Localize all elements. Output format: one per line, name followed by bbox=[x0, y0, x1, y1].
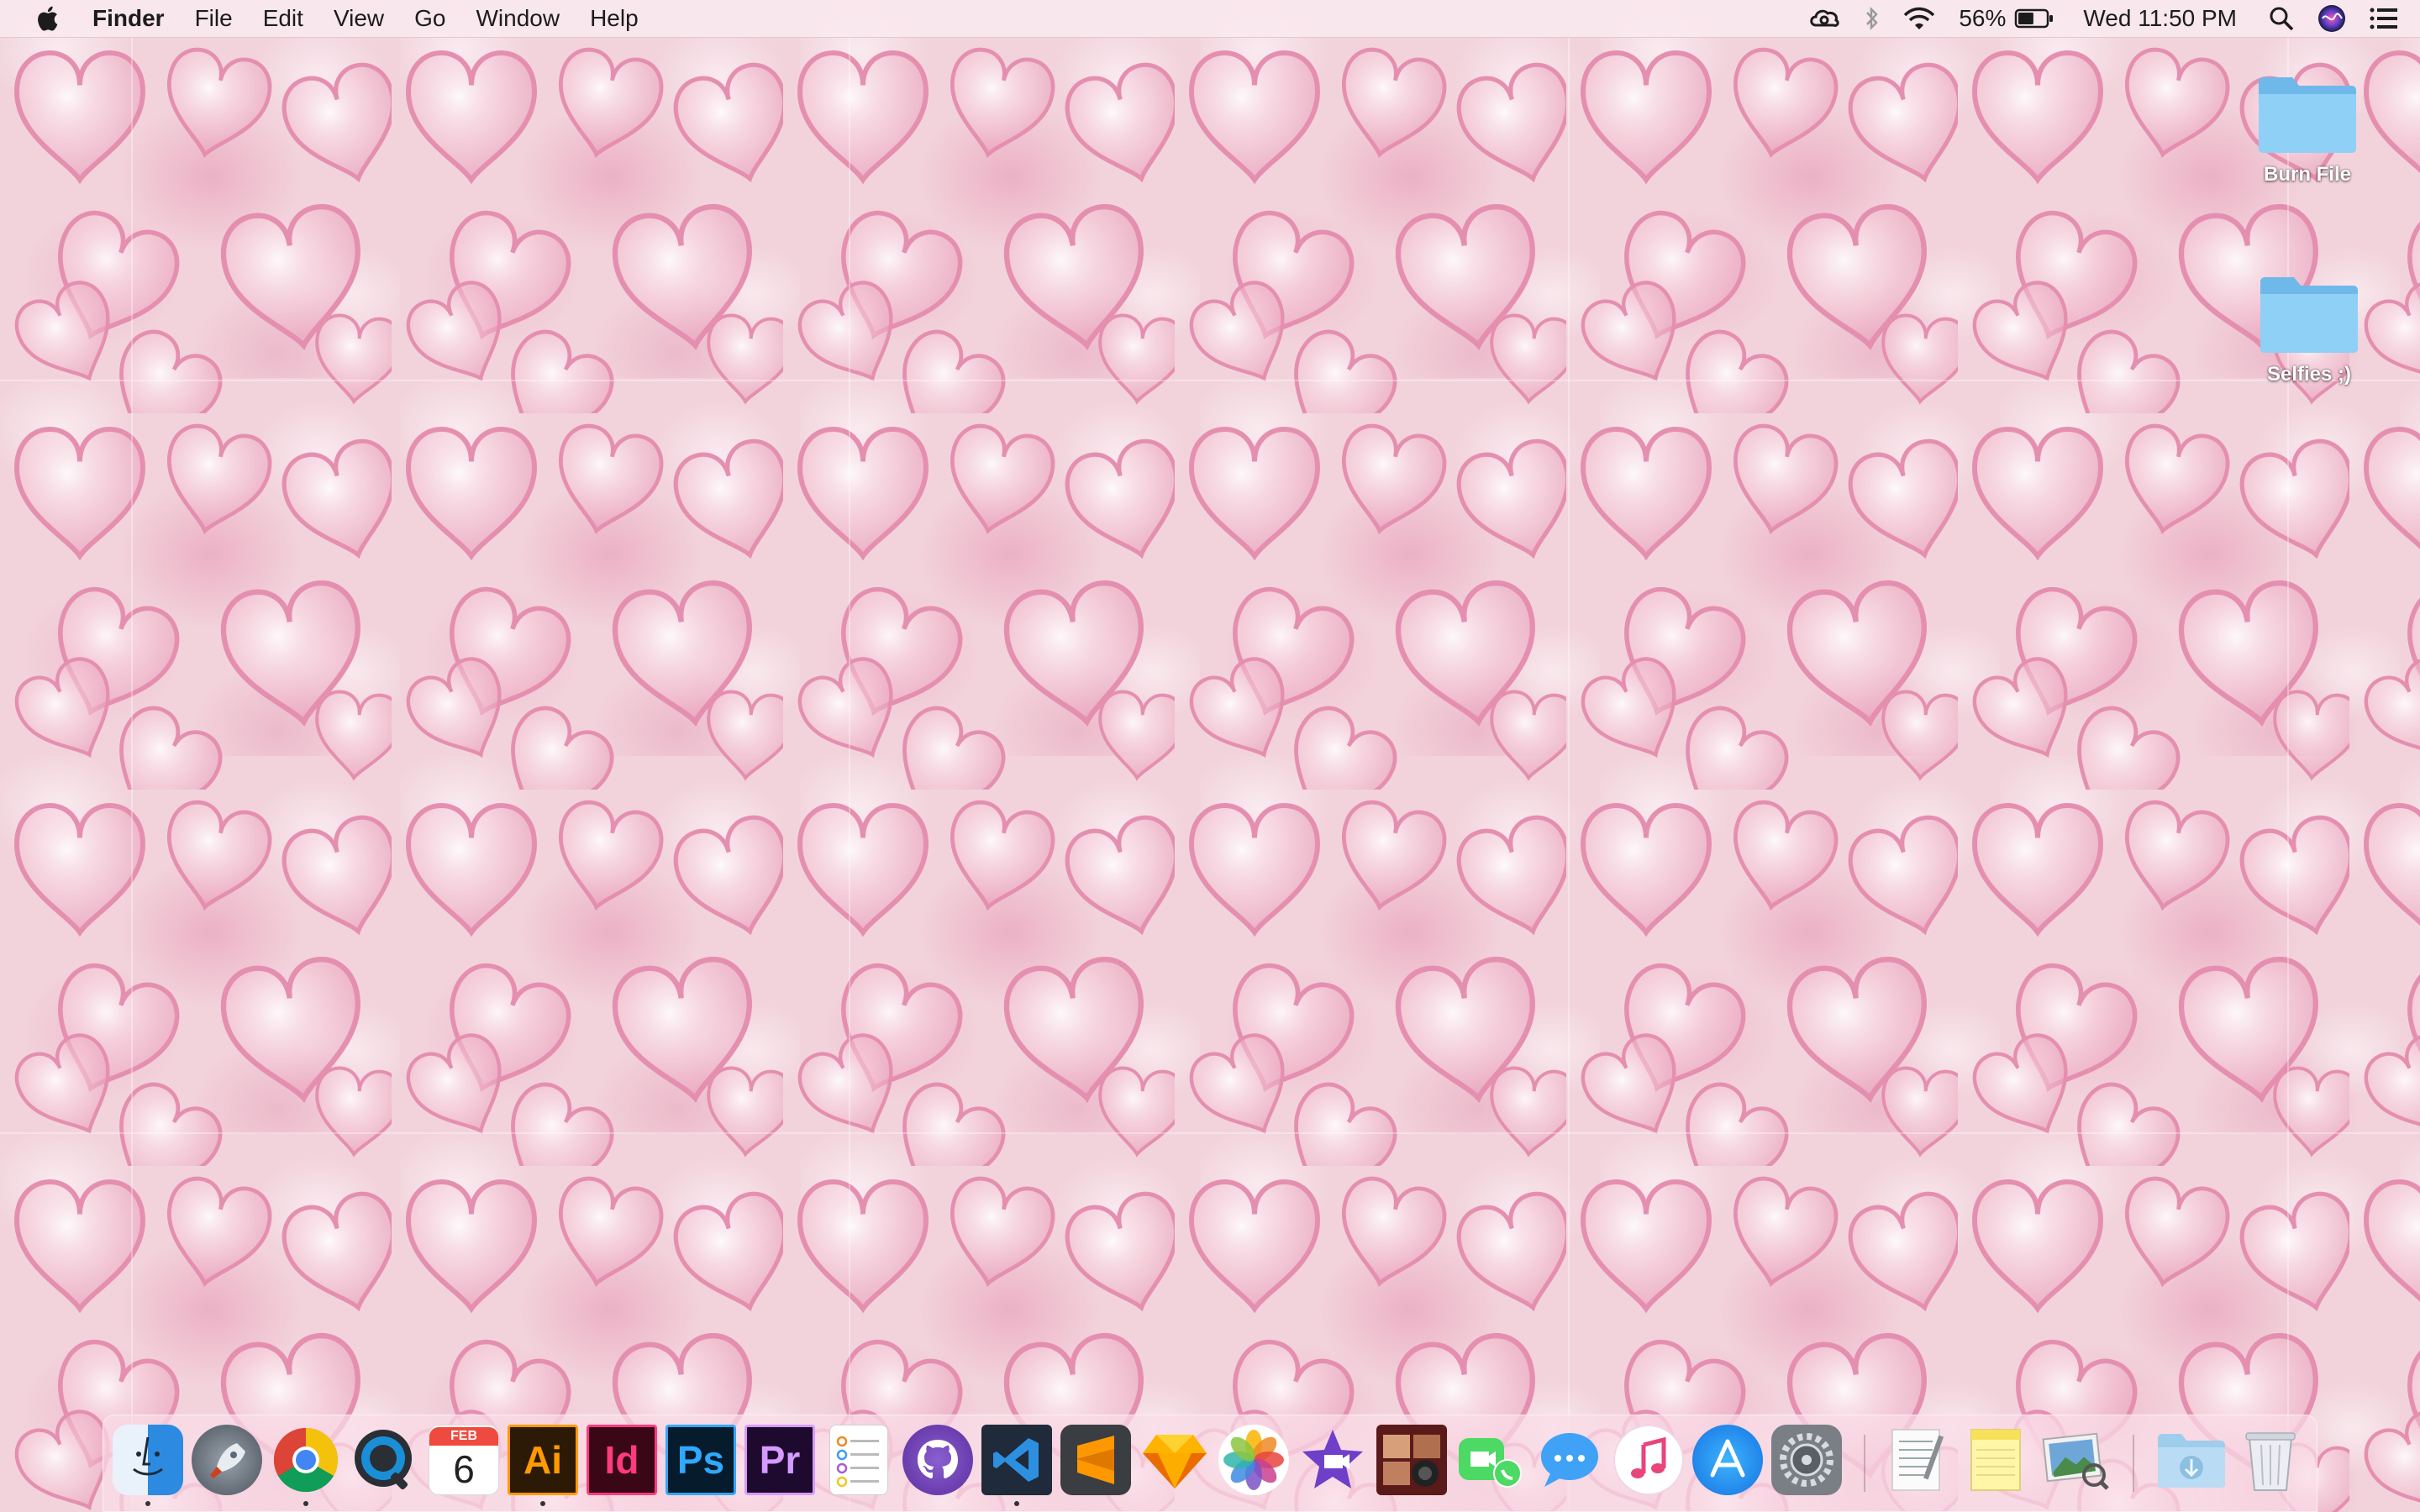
calendar-icon[interactable]: FEB 6 bbox=[429, 1425, 499, 1495]
premiere-icon[interactable]: Pr bbox=[744, 1425, 815, 1495]
itunes-icon[interactable] bbox=[1613, 1425, 1684, 1495]
battery-icon[interactable] bbox=[2014, 8, 2054, 29]
sublime-icon[interactable] bbox=[1060, 1425, 1131, 1495]
quicktime-icon[interactable] bbox=[350, 1425, 420, 1495]
wallpaper-seam bbox=[0, 380, 2420, 381]
desktop-icon-label: Selfies ;) bbox=[2266, 363, 2352, 386]
wallpaper-seam bbox=[131, 37, 133, 1512]
folder-icon bbox=[2255, 71, 2360, 155]
imovie-icon[interactable] bbox=[1297, 1425, 1368, 1495]
system-preferences-icon[interactable] bbox=[1771, 1425, 1842, 1495]
running-indicator bbox=[1014, 1501, 1019, 1506]
photobooth-icon[interactable] bbox=[1376, 1425, 1447, 1495]
battery-percent[interactable]: 56% bbox=[1959, 5, 2006, 32]
photoshop-icon[interactable]: Ps bbox=[666, 1425, 736, 1495]
bluetooth-icon[interactable] bbox=[1865, 6, 1880, 31]
github-icon[interactable] bbox=[902, 1425, 973, 1495]
menu-view[interactable]: View bbox=[334, 5, 384, 32]
app-store-icon[interactable] bbox=[1692, 1425, 1763, 1495]
wifi-icon[interactable] bbox=[1903, 7, 1935, 30]
menu-clock[interactable]: Wed 11:50 PM bbox=[2083, 5, 2237, 32]
chrome-icon[interactable] bbox=[271, 1425, 341, 1495]
hearts-pattern bbox=[0, 37, 2420, 1512]
siri-icon[interactable] bbox=[2317, 4, 2346, 33]
dock-separator bbox=[1864, 1435, 1865, 1492]
wallpaper-seam bbox=[1568, 37, 1570, 1512]
menu-help[interactable]: Help bbox=[590, 5, 639, 32]
textedit-icon[interactable] bbox=[1882, 1425, 1953, 1495]
calendar-month: FEB bbox=[429, 1427, 498, 1446]
trash-icon[interactable] bbox=[2235, 1425, 2306, 1495]
desktop-folder-selfies[interactable]: Selfies ;) bbox=[2233, 270, 2385, 386]
menu-edit[interactable]: Edit bbox=[263, 5, 303, 32]
downloads-folder-icon[interactable] bbox=[2156, 1425, 2227, 1495]
menu-bar: Finder File Edit View Go Window Help 56%… bbox=[0, 0, 2420, 38]
menu-window[interactable]: Window bbox=[476, 5, 560, 32]
desktop-icon-label: Burn File bbox=[2263, 163, 2351, 186]
desktop-folder-burn-file[interactable]: Burn File bbox=[2232, 71, 2383, 186]
dock-separator bbox=[2133, 1435, 2134, 1492]
sketch-icon[interactable] bbox=[1139, 1425, 1210, 1495]
indesign-icon[interactable]: Id bbox=[587, 1425, 657, 1495]
menu-app-name[interactable]: Finder bbox=[92, 5, 165, 32]
wallpaper-seam bbox=[849, 37, 850, 1512]
preview-icon[interactable] bbox=[2040, 1425, 2111, 1495]
menu-file[interactable]: File bbox=[195, 5, 233, 32]
creative-cloud-icon[interactable] bbox=[1807, 7, 1841, 30]
apple-icon[interactable] bbox=[34, 3, 64, 34]
notes-icon[interactable] bbox=[1961, 1425, 2032, 1495]
launchpad-icon[interactable] bbox=[192, 1425, 262, 1495]
folder-icon bbox=[2257, 270, 2361, 354]
running-indicator bbox=[303, 1501, 308, 1506]
finder-icon[interactable] bbox=[113, 1425, 183, 1495]
notification-center-icon[interactable] bbox=[2370, 7, 2398, 30]
calendar-day: 6 bbox=[453, 1447, 475, 1491]
menu-go[interactable]: Go bbox=[414, 5, 445, 32]
facetime-icon[interactable] bbox=[1455, 1425, 1526, 1495]
wallpaper-seam bbox=[2287, 37, 2289, 1512]
reminders-icon[interactable] bbox=[829, 1425, 888, 1495]
vscode-icon[interactable] bbox=[981, 1425, 1052, 1495]
illustrator-icon[interactable]: Ai bbox=[508, 1425, 578, 1495]
running-indicator bbox=[540, 1501, 545, 1506]
desktop-wallpaper bbox=[0, 0, 2420, 1512]
photos-icon[interactable] bbox=[1218, 1425, 1289, 1495]
running-indicator bbox=[145, 1501, 150, 1506]
wallpaper-seam bbox=[0, 1132, 2420, 1134]
messages-icon[interactable] bbox=[1534, 1425, 1605, 1495]
search-icon[interactable] bbox=[2269, 6, 2294, 31]
